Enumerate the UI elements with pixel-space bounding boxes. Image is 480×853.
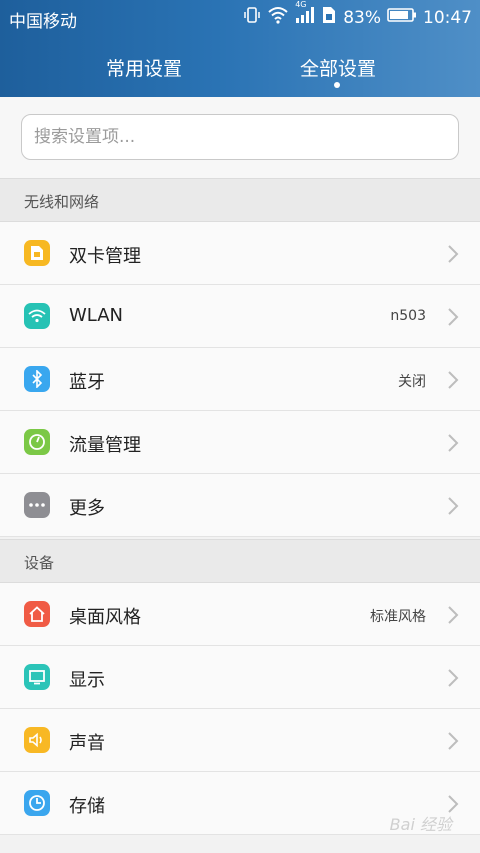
search-input[interactable] <box>34 115 444 159</box>
sim-card-icon <box>24 240 50 266</box>
row-label: 存储 <box>69 796 105 817</box>
wifi-icon <box>24 303 50 329</box>
clock: 10:47 <box>423 7 472 28</box>
section-header-device: 设备 <box>0 539 480 583</box>
settings-row-sound[interactable]: 声音 <box>0 709 480 772</box>
settings-row-more[interactable]: 更多 <box>0 474 480 537</box>
battery-icon <box>387 7 417 28</box>
row-value: 关闭 <box>398 374 426 390</box>
row-value: n503 <box>390 308 426 324</box>
section-title-device: 设备 <box>24 554 55 572</box>
search-box[interactable] <box>21 114 459 160</box>
settings-row-home-style[interactable]: 桌面风格 标准风格 <box>0 583 480 646</box>
app-header: 中国移动 4G 83% 10:47 常用设置 全部设置 <box>0 0 480 97</box>
row-label: WLAN <box>69 305 124 326</box>
tab-all-settings[interactable]: 全部设置 <box>300 54 376 81</box>
row-label: 双卡管理 <box>69 246 141 267</box>
row-label: 流量管理 <box>69 435 141 456</box>
display-icon <box>24 664 50 690</box>
status-bar: 中国移动 4G 83% 10:47 <box>0 0 480 34</box>
battery-percent: 83% <box>343 7 381 28</box>
chevron-right-icon <box>448 371 459 389</box>
sim-status-icon <box>321 6 337 29</box>
bluetooth-icon <box>24 366 50 392</box>
sound-icon <box>24 727 50 753</box>
signal-icon: 4G <box>295 0 315 29</box>
row-label: 蓝牙 <box>69 372 105 393</box>
home-icon <box>24 601 50 627</box>
wifi-status-icon <box>267 6 289 29</box>
row-label: 显示 <box>69 670 105 691</box>
settings-row-data-usage[interactable]: 流量管理 <box>0 411 480 474</box>
watermark-text: Bai 经验 <box>389 815 452 834</box>
search-area <box>0 97 480 178</box>
data-usage-icon <box>24 429 50 455</box>
chevron-right-icon <box>448 732 459 750</box>
settings-row-bluetooth[interactable]: 蓝牙 关闭 <box>0 348 480 411</box>
row-label: 桌面风格 <box>69 607 141 628</box>
tab-bar: 常用设置 全部设置 <box>0 46 480 96</box>
chevron-right-icon <box>448 669 459 687</box>
settings-row-dual-sim[interactable]: 双卡管理 <box>0 222 480 285</box>
chevron-right-icon <box>448 497 459 515</box>
row-label: 更多 <box>69 498 105 519</box>
chevron-right-icon <box>448 308 459 326</box>
chevron-right-icon <box>448 245 459 263</box>
vibrate-icon <box>243 6 261 29</box>
status-icons: 4G 83% 10:47 <box>243 0 472 29</box>
network-type: 4G <box>295 0 307 9</box>
section-title-network: 无线和网络 <box>24 193 100 211</box>
settings-row-wlan[interactable]: WLAN n503 <box>0 285 480 348</box>
tab-common-settings[interactable]: 常用设置 <box>106 54 182 81</box>
settings-row-display[interactable]: 显示 <box>0 646 480 709</box>
chevron-right-icon <box>448 434 459 452</box>
row-value: 标准风格 <box>370 609 426 625</box>
chevron-right-icon <box>448 606 459 624</box>
row-label: 声音 <box>69 733 105 754</box>
section-header-network: 无线和网络 <box>0 178 480 222</box>
more-icon <box>24 492 50 518</box>
carrier-name: 中国移动 <box>9 12 77 32</box>
storage-icon <box>24 790 50 816</box>
active-tab-indicator <box>334 82 340 88</box>
